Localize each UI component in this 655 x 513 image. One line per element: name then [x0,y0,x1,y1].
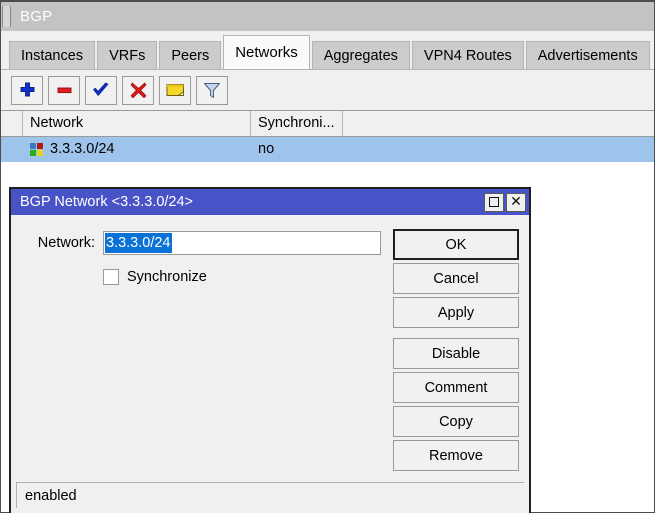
add-button[interactable] [11,76,43,105]
apply-button[interactable]: Apply [393,297,519,328]
plus-icon [19,82,36,99]
maximize-icon [489,197,499,207]
tab-peers[interactable]: Peers [159,41,221,69]
dialog-title-bar: BGP Network <3.3.3.0/24> ✕ [11,189,529,215]
tab-vpn4-routes[interactable]: VPN4 Routes [412,41,524,69]
synchronize-checkbox-row[interactable]: Synchronize [103,269,207,285]
column-header-synchronize-label: Synchroni... [258,115,335,131]
list-header-row: Network Synchroni... [1,111,654,137]
network-field-row: Network: 3.3.3.0/24 [23,231,381,255]
bgp-window: BGP Instances VRFs Peers Networks Aggreg… [0,0,655,513]
tab-strip: Instances VRFs Peers Networks Aggregates… [1,31,654,69]
window-title: BGP [20,8,52,25]
comment-button[interactable]: Comment [393,372,519,403]
window-title-bar: BGP [1,2,654,31]
cell-network: 3.3.3.0/24 [23,137,251,162]
dialog-body: Network: 3.3.3.0/24 Synchronize OK Cance… [11,215,529,479]
column-header-filler [343,111,654,136]
tab-networks[interactable]: Networks [223,35,310,69]
tab-aggregates[interactable]: Aggregates [312,41,410,69]
header-gutter [1,111,23,136]
window-grip-icon [2,6,11,27]
synchronize-checkbox[interactable] [103,269,119,285]
tab-advertisements[interactable]: Advertisements [526,41,650,69]
toolbar [1,69,654,110]
close-button[interactable]: ✕ [506,193,526,212]
dialog-status-bar: enabled [16,482,524,508]
comment-button[interactable] [159,76,191,105]
check-icon [92,82,110,99]
column-header-network[interactable]: Network [23,111,251,136]
close-icon: ✕ [510,195,522,209]
disable-button[interactable]: Disable [393,338,519,369]
note-icon [166,82,185,98]
dialog-title: BGP Network <3.3.3.0/24> [20,194,482,210]
network-field-label: Network: [23,235,95,251]
cell-synchronize: no [251,137,343,162]
disable-button[interactable] [122,76,154,105]
tab-instances[interactable]: Instances [9,41,95,69]
remove-button[interactable]: Remove [393,440,519,471]
network-input[interactable]: 3.3.3.0/24 [103,231,381,255]
table-row[interactable]: 3.3.3.0/24 no [1,137,654,162]
synchronize-label: Synchronize [127,269,207,285]
copy-button[interactable]: Copy [393,406,519,437]
network-status-icon [30,143,43,156]
dialog-button-column: OK Cancel Apply Disable Comment Copy Rem… [393,229,519,474]
enable-button[interactable] [85,76,117,105]
funnel-icon [203,82,221,99]
column-header-synchronize[interactable]: Synchroni... [251,111,343,136]
bgp-network-dialog: BGP Network <3.3.3.0/24> ✕ Network: 3.3.… [9,187,531,513]
screen: BGP Instances VRFs Peers Networks Aggreg… [0,0,655,513]
filter-button[interactable] [196,76,228,105]
minus-icon [56,82,73,99]
network-input-value: 3.3.3.0/24 [105,233,172,253]
row-gutter [1,137,23,162]
status-text: enabled [25,488,77,504]
column-header-network-label: Network [30,115,83,131]
cross-icon [130,82,147,99]
remove-button[interactable] [48,76,80,105]
maximize-button[interactable] [484,193,504,212]
ok-button[interactable]: OK [393,229,519,260]
tab-vrfs[interactable]: VRFs [97,41,157,69]
cell-network-value: 3.3.3.0/24 [50,137,115,162]
cancel-button[interactable]: Cancel [393,263,519,294]
